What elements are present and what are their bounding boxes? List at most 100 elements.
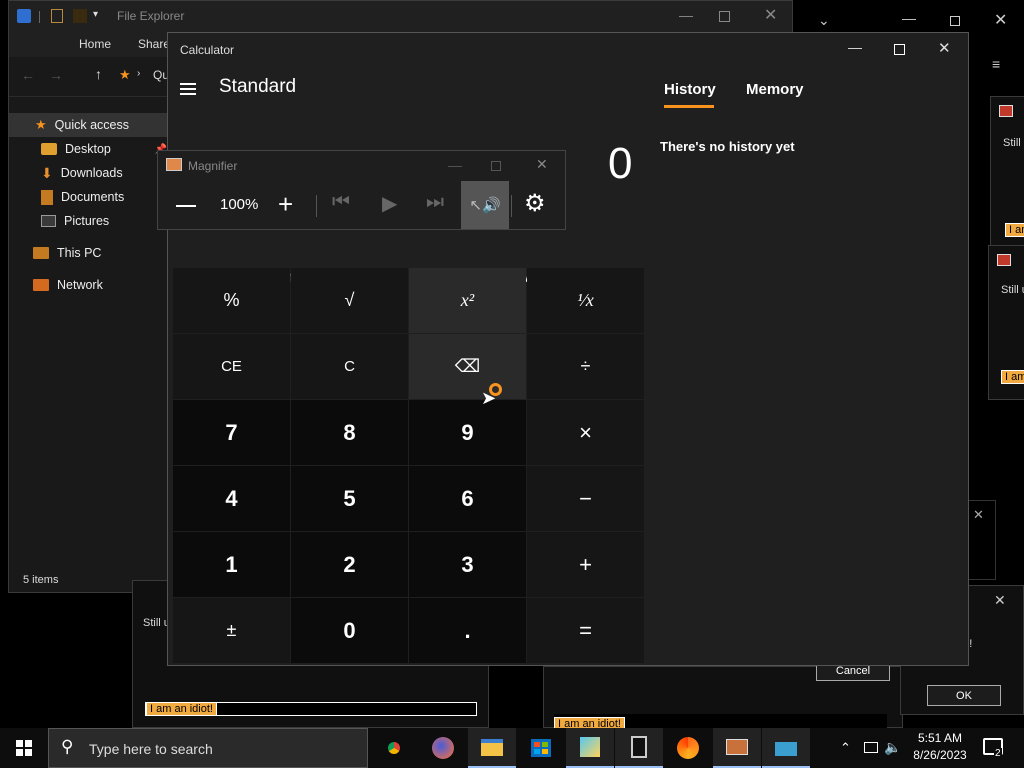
backspace-button[interactable]: ⌫: [409, 334, 526, 399]
digit-8-button[interactable]: 8: [291, 400, 408, 465]
decimal-button[interactable]: .: [409, 598, 526, 663]
equals-button[interactable]: =: [527, 598, 644, 663]
nav-quick-access[interactable]: ★ Quick access: [9, 113, 167, 137]
firefox-icon[interactable]: [419, 728, 467, 768]
nav-pictures[interactable]: Pictures: [9, 209, 167, 233]
skip-forward-icon[interactable]: ⏭: [426, 191, 444, 214]
volume-icon[interactable]: 🔈: [884, 739, 901, 756]
dialog-app-icon: [999, 105, 1013, 117]
zoom-out-button[interactable]: [176, 205, 196, 207]
desktop-folder-icon: [41, 143, 57, 155]
digit-3-button[interactable]: 3: [409, 532, 526, 597]
nav-label: Network: [57, 278, 103, 292]
plus-button[interactable]: +: [527, 532, 644, 597]
play-icon[interactable]: ▶: [382, 191, 397, 216]
minus-button[interactable]: −: [527, 466, 644, 531]
digit-7-button[interactable]: 7: [173, 400, 290, 465]
nav-this-pc[interactable]: This PC: [9, 241, 167, 265]
explorer-maximize-button[interactable]: [719, 11, 730, 22]
calculator-window: Calculator — ✕ Standard 0 MC MR M+ M- MS…: [167, 32, 969, 666]
chevron-down-icon[interactable]: ⌄: [818, 12, 830, 29]
new-folder-icon[interactable]: [73, 9, 87, 23]
bg-minimize-button[interactable]: —: [902, 10, 916, 26]
chrome-icon[interactable]: [370, 728, 418, 768]
back-icon[interactable]: ←: [21, 67, 35, 83]
quick-access-crumb-icon: ★: [119, 67, 131, 82]
explorer-close-button[interactable]: ✕: [764, 5, 777, 25]
taskbar-search-box[interactable]: ⚲ Type here to search: [48, 728, 368, 768]
status-bar-count: 5 items: [23, 574, 59, 586]
properties-icon[interactable]: [51, 9, 63, 23]
tab-memory[interactable]: Memory: [746, 81, 804, 98]
idiot-textbox[interactable]: I am: [1001, 370, 1024, 384]
ok-button[interactable]: OK: [927, 685, 1001, 706]
up-icon[interactable]: ↑: [95, 66, 102, 82]
calc-display: 0: [608, 139, 633, 188]
magnifier-taskbar-icon[interactable]: [713, 728, 761, 768]
clock-time[interactable]: 5:51 AM: [912, 731, 968, 745]
c-button[interactable]: C: [291, 334, 408, 399]
dialog-message: Still u: [143, 617, 170, 629]
calculator-taskbar-icon[interactable]: [615, 728, 663, 768]
app-window-icon[interactable]: [762, 728, 810, 768]
3d-viewer-icon[interactable]: [566, 728, 614, 768]
digit-4-button[interactable]: 4: [173, 466, 290, 531]
taskbar: ⚲ Type here to search ⌃ 🔈 5:51 AM 8/26/2…: [0, 728, 1024, 768]
nav-documents[interactable]: Documents: [9, 185, 167, 209]
digit-0-button[interactable]: 0: [291, 598, 408, 663]
tab-history[interactable]: History: [664, 81, 716, 98]
edge-icon[interactable]: [664, 728, 712, 768]
zoom-in-button[interactable]: +: [278, 189, 293, 220]
digit-1-button[interactable]: 1: [173, 532, 290, 597]
store-icon[interactable]: [517, 728, 565, 768]
customize-qat-icon[interactable]: ▾: [93, 9, 98, 20]
clock-date[interactable]: 8/26/2023: [908, 748, 972, 762]
read-from-here-icon[interactable]: ↖🔊: [461, 181, 509, 229]
history-empty-text: There's no history yet: [660, 139, 795, 154]
idiot-dialog-d: Cancel I am an idiot!: [543, 661, 903, 731]
tab-share[interactable]: Share: [138, 37, 170, 51]
calc-close-button[interactable]: ✕: [938, 39, 951, 57]
idiot-textbox[interactable]: I am: [1005, 223, 1024, 237]
tab-home[interactable]: Home: [79, 37, 111, 51]
mag-close-button[interactable]: ✕: [536, 156, 548, 173]
calc-minimize-button[interactable]: —: [848, 39, 862, 55]
bg-close-button[interactable]: ✕: [994, 10, 1007, 30]
bg-restore-button[interactable]: [950, 16, 960, 26]
digit-2-button[interactable]: 2: [291, 532, 408, 597]
network-status-icon[interactable]: [864, 742, 878, 753]
settings-gear-icon[interactable]: ⚙: [524, 189, 546, 218]
calc-maximize-button[interactable]: [894, 44, 905, 55]
skip-back-icon[interactable]: ⏮: [332, 191, 350, 214]
reciprocal-button[interactable]: ¹⁄x: [527, 268, 644, 333]
file-explorer-taskbar-icon[interactable]: [468, 728, 516, 768]
nav-network[interactable]: Network: [9, 273, 167, 297]
digit-9-button[interactable]: 9: [409, 400, 526, 465]
explorer-minimize-button[interactable]: —: [679, 7, 693, 23]
nav-downloads[interactable]: ⬇ Downloads: [9, 161, 167, 185]
percent-button[interactable]: %: [173, 268, 290, 333]
pictures-icon: [41, 215, 56, 227]
idiot-dialog-b: Still u I am: [988, 245, 1024, 400]
hamburger-menu-icon[interactable]: [180, 83, 196, 95]
start-button[interactable]: [0, 728, 48, 768]
ce-button[interactable]: CE: [173, 334, 290, 399]
idiot-textbox[interactable]: I am an idiot!: [146, 702, 217, 716]
forward-icon[interactable]: →: [49, 67, 63, 83]
divide-button[interactable]: ÷: [527, 334, 644, 399]
menu-icon[interactable]: ≡: [992, 56, 1000, 72]
dialog-close-icon[interactable]: ✕: [994, 592, 1006, 609]
digit-5-button[interactable]: 5: [291, 466, 408, 531]
dialog-app-icon: [997, 254, 1011, 266]
show-hidden-icons-chevron-icon[interactable]: ⌃: [840, 740, 851, 756]
sqrt-button[interactable]: √: [291, 268, 408, 333]
multiply-button[interactable]: ×: [527, 400, 644, 465]
bg-close-icon[interactable]: ✕: [973, 507, 984, 523]
calculator-title: Calculator: [180, 43, 235, 57]
mag-maximize-button[interactable]: [491, 161, 501, 171]
negate-button[interactable]: ±: [173, 598, 290, 663]
mag-minimize-button[interactable]: —: [448, 157, 462, 173]
digit-6-button[interactable]: 6: [409, 466, 526, 531]
nav-desktop[interactable]: Desktop 📌: [9, 137, 167, 161]
square-button[interactable]: x²: [409, 268, 526, 333]
